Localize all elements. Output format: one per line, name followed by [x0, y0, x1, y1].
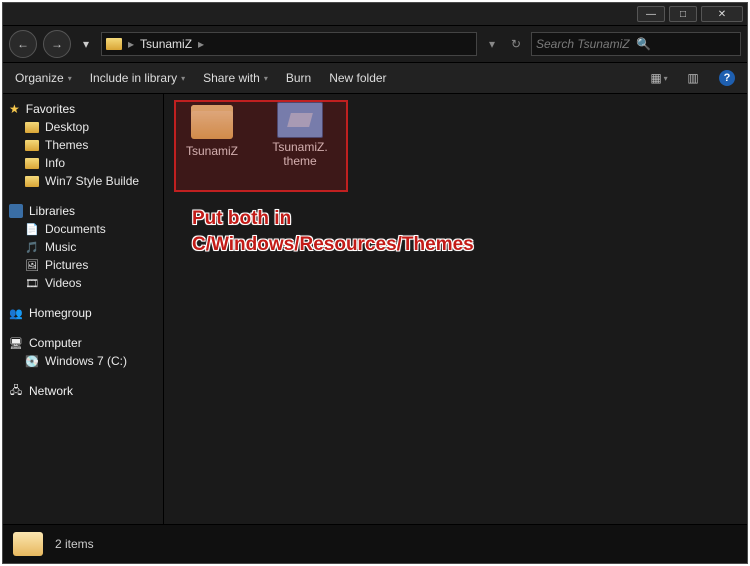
organize-menu[interactable]: Organize▾	[15, 71, 72, 85]
star-icon: ★	[9, 102, 20, 116]
item-grid: TsunamiZ TsunamiZ. theme	[172, 102, 739, 168]
sidebar-item-pictures[interactable]: 🖼Pictures	[3, 256, 163, 274]
forward-button[interactable]: →	[43, 30, 71, 58]
folder-icon	[25, 122, 39, 133]
computer-icon: 🖥	[9, 336, 23, 350]
maximize-button[interactable]: □	[669, 6, 697, 22]
drive-icon: 💽	[25, 354, 39, 368]
toolbar: Organize▾ Include in library▾ Share with…	[3, 63, 747, 94]
libraries-icon	[9, 204, 23, 218]
file-item-folder[interactable]: TsunamiZ	[172, 102, 252, 168]
folder-icon	[25, 140, 39, 151]
sidebar-item-themes[interactable]: Themes	[3, 136, 163, 154]
help-button[interactable]: ?	[719, 70, 735, 86]
close-button[interactable]: ✕	[701, 6, 743, 22]
search-box[interactable]: Search TsunamiZ 🔍	[531, 32, 741, 56]
refresh-button[interactable]: ↻	[507, 35, 525, 53]
preview-pane-button[interactable]: ▥	[685, 70, 701, 86]
item-label: TsunamiZ. theme	[272, 140, 327, 168]
sidebar-item-drive-c[interactable]: 💽Windows 7 (C:)	[3, 352, 163, 370]
view-menu[interactable]: ▦▾	[651, 70, 667, 86]
breadcrumb[interactable]: ▸ TsunamiZ ▸	[101, 32, 477, 56]
burn-button[interactable]: Burn	[286, 71, 311, 85]
homegroup-group: 👥 Homegroup	[3, 304, 163, 322]
item-label: TsunamiZ	[186, 144, 238, 158]
titlebar: — □ ✕	[3, 3, 747, 26]
status-text: 2 items	[55, 537, 94, 551]
sidebar-item-info[interactable]: Info	[3, 154, 163, 172]
network-group: 🖧 Network	[3, 382, 163, 400]
explorer-window: — □ ✕ ← → ▾ ▸ TsunamiZ ▸ ▾ ↻ Search Tsun…	[2, 2, 748, 564]
network-header[interactable]: 🖧 Network	[3, 382, 163, 400]
minimize-button[interactable]: —	[637, 6, 665, 22]
network-icon: 🖧	[9, 384, 23, 398]
search-placeholder: Search TsunamiZ	[536, 37, 636, 51]
navbar: ← → ▾ ▸ TsunamiZ ▸ ▾ ↻ Search TsunamiZ 🔍	[3, 26, 747, 63]
folder-icon	[13, 532, 43, 556]
back-button[interactable]: ←	[9, 30, 37, 58]
breadcrumb-dropdown[interactable]: ▾	[483, 35, 501, 53]
folder-icon	[190, 102, 234, 142]
breadcrumb-segment[interactable]: TsunamiZ	[140, 37, 192, 51]
share-menu[interactable]: Share with▾	[203, 71, 268, 85]
libraries-header[interactable]: Libraries	[3, 202, 163, 220]
favorites-group: ★ Favorites Desktop Themes Info Win7 Sty…	[3, 100, 163, 190]
history-dropdown[interactable]: ▾	[77, 35, 95, 53]
computer-group: 🖥 Computer 💽Windows 7 (C:)	[3, 334, 163, 370]
sidebar: ★ Favorites Desktop Themes Info Win7 Sty…	[3, 94, 164, 524]
homegroup-icon: 👥	[9, 306, 23, 320]
sidebar-item-documents[interactable]: 📄Documents	[3, 220, 163, 238]
documents-icon: 📄	[25, 222, 39, 236]
folder-icon	[25, 176, 39, 187]
sidebar-item-videos[interactable]: 🎞Videos	[3, 274, 163, 292]
sidebar-item-music[interactable]: 🎵Music	[3, 238, 163, 256]
include-menu[interactable]: Include in library▾	[90, 71, 185, 85]
music-icon: 🎵	[25, 240, 39, 254]
breadcrumb-sep: ▸	[198, 37, 204, 51]
homegroup-header[interactable]: 👥 Homegroup	[3, 304, 163, 322]
folder-icon	[106, 38, 122, 50]
favorites-header[interactable]: ★ Favorites	[3, 100, 163, 118]
file-item-theme[interactable]: TsunamiZ. theme	[260, 102, 340, 168]
sidebar-item-desktop[interactable]: Desktop	[3, 118, 163, 136]
pictures-icon: 🖼	[25, 258, 39, 272]
sidebar-item-win7stylebuilder[interactable]: Win7 Style Builde	[3, 172, 163, 190]
computer-header[interactable]: 🖥 Computer	[3, 334, 163, 352]
explorer-body: ★ Favorites Desktop Themes Info Win7 Sty…	[3, 94, 747, 524]
videos-icon: 🎞	[25, 276, 39, 290]
search-icon: 🔍	[636, 37, 736, 51]
breadcrumb-sep: ▸	[128, 37, 134, 51]
theme-icon	[277, 102, 323, 138]
folder-icon	[25, 158, 39, 169]
newfolder-button[interactable]: New folder	[329, 71, 386, 85]
libraries-group: Libraries 📄Documents 🎵Music 🖼Pictures 🎞V…	[3, 202, 163, 292]
content-pane[interactable]: TsunamiZ TsunamiZ. theme Put both in C/W…	[164, 94, 747, 524]
status-bar: 2 items	[3, 524, 747, 563]
annotation-text: Put both in C/Windows/Resources/Themes	[192, 206, 474, 258]
